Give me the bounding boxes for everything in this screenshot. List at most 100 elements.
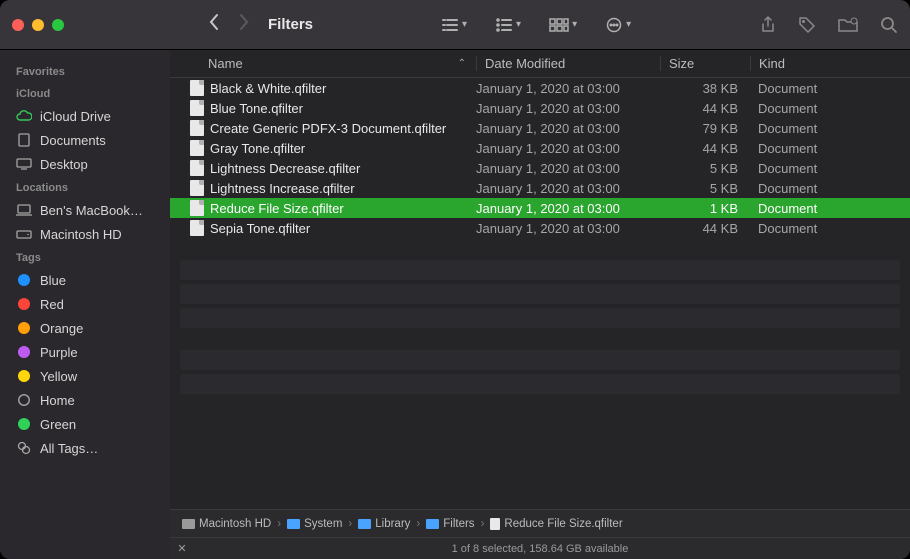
file-kind: Document xyxy=(750,81,910,96)
file-row[interactable]: Reduce File Size.qfilter January 1, 2020… xyxy=(170,198,910,218)
placeholder-row xyxy=(180,284,900,304)
sidebar-item-label: Green xyxy=(40,417,76,432)
sidebar-item[interactable]: Macintosh HD xyxy=(0,222,170,246)
path-segment[interactable]: Library xyxy=(358,518,410,530)
file-icon xyxy=(190,140,204,156)
path-segment[interactable]: Reduce File Size.qfilter xyxy=(490,518,622,530)
action-menu-icon[interactable]: ▾ xyxy=(605,17,631,33)
desktop-icon xyxy=(16,158,32,170)
tag-dot xyxy=(16,346,32,358)
disk-icon xyxy=(182,519,195,529)
file-kind: Document xyxy=(750,201,910,216)
sidebar-item[interactable]: Home xyxy=(0,388,170,412)
sidebar-item[interactable]: All Tags… xyxy=(0,436,170,460)
chevron-down-icon: ▾ xyxy=(516,19,521,30)
file-row[interactable]: Lightness Increase.qfilter January 1, 20… xyxy=(170,178,910,198)
close-button[interactable] xyxy=(12,19,24,31)
new-folder-icon[interactable] xyxy=(838,17,858,33)
forward-button[interactable] xyxy=(238,13,250,36)
file-icon xyxy=(190,200,204,216)
sidebar-item-label: Yellow xyxy=(40,369,77,384)
file-name: Black & White.qfilter xyxy=(210,81,326,96)
path-separator-icon: › xyxy=(348,518,352,530)
arrange-icon[interactable]: ▾ xyxy=(549,18,577,32)
file-date: January 1, 2020 at 03:00 xyxy=(476,81,660,96)
toolbar: Filters ▾ ▾ ▾ ▾ xyxy=(0,0,910,50)
column-kind[interactable]: Kind xyxy=(750,56,910,71)
search-icon[interactable] xyxy=(880,16,898,34)
file-list-pane: Name⌃ Date Modified Size Kind Black & Wh… xyxy=(170,50,910,559)
minimize-button[interactable] xyxy=(32,19,44,31)
column-date[interactable]: Date Modified xyxy=(476,56,660,71)
path-label: System xyxy=(304,518,342,530)
column-name[interactable]: Name⌃ xyxy=(208,56,476,71)
file-date: January 1, 2020 at 03:00 xyxy=(476,161,660,176)
file-size: 5 KB xyxy=(660,181,750,196)
file-date: January 1, 2020 at 03:00 xyxy=(476,201,660,216)
window-title: Filters xyxy=(268,16,313,33)
sidebar-item-label: Purple xyxy=(40,345,78,360)
tag-dot xyxy=(16,274,32,286)
file-kind: Document xyxy=(750,221,910,236)
placeholder-row xyxy=(180,374,900,394)
status-bar: ✕ 1 of 8 selected, 158.64 GB available xyxy=(170,537,910,559)
sidebar-item[interactable]: Red xyxy=(0,292,170,316)
disk-icon xyxy=(16,228,32,240)
file-size: 38 KB xyxy=(660,81,750,96)
path-bar: Macintosh HD›System›Library›Filters›Redu… xyxy=(170,509,910,537)
sidebar-item-label: Macintosh HD xyxy=(40,227,122,242)
sidebar-item[interactable]: Yellow xyxy=(0,364,170,388)
view-as-list-icon[interactable]: ▾ xyxy=(441,18,467,32)
sidebar-item-label: Ben's MacBook… xyxy=(40,203,143,218)
back-button[interactable] xyxy=(208,13,220,36)
file-row[interactable]: Black & White.qfilter January 1, 2020 at… xyxy=(170,78,910,98)
share-icon[interactable] xyxy=(760,16,776,34)
file-row[interactable]: Blue Tone.qfilter January 1, 2020 at 03:… xyxy=(170,98,910,118)
toolbar-right xyxy=(760,16,898,34)
status-text: 1 of 8 selected, 158.64 GB available xyxy=(194,543,886,555)
file-row[interactable]: Gray Tone.qfilter January 1, 2020 at 03:… xyxy=(170,138,910,158)
chevron-down-icon: ▾ xyxy=(462,19,467,30)
sidebar-item-label: Blue xyxy=(40,273,66,288)
tag-dot xyxy=(16,298,32,310)
file-name: Sepia Tone.qfilter xyxy=(210,221,310,236)
sidebar-item[interactable]: Documents xyxy=(0,128,170,152)
chevron-down-icon: ▾ xyxy=(572,19,577,30)
file-date: January 1, 2020 at 03:00 xyxy=(476,121,660,136)
sidebar-item-label: Orange xyxy=(40,321,83,336)
group-by-icon[interactable]: ▾ xyxy=(495,18,521,32)
path-label: Library xyxy=(375,518,410,530)
file-row[interactable]: Lightness Decrease.qfilter January 1, 20… xyxy=(170,158,910,178)
sidebar: FavoritesiCloudiCloud DriveDocumentsDesk… xyxy=(0,50,170,559)
file-row[interactable]: Sepia Tone.qfilter January 1, 2020 at 03… xyxy=(170,218,910,238)
column-size[interactable]: Size xyxy=(660,56,750,71)
file-row[interactable]: Create Generic PDFX-3 Document.qfilter J… xyxy=(170,118,910,138)
chevron-down-icon: ▾ xyxy=(626,19,631,30)
sidebar-item[interactable]: Purple xyxy=(0,340,170,364)
file-size: 44 KB xyxy=(660,141,750,156)
zoom-button[interactable] xyxy=(52,19,64,31)
file-icon xyxy=(190,160,204,176)
view-controls: ▾ ▾ ▾ ▾ xyxy=(441,17,631,33)
sidebar-item[interactable]: iCloud Drive xyxy=(0,104,170,128)
path-segment[interactable]: Filters xyxy=(426,518,474,530)
tag-dot xyxy=(16,322,32,334)
sidebar-section-label: Locations xyxy=(0,176,170,198)
sidebar-item[interactable]: Green xyxy=(0,412,170,436)
path-segment[interactable]: Macintosh HD xyxy=(182,518,271,530)
file-name: Gray Tone.qfilter xyxy=(210,141,305,156)
stop-button[interactable]: ✕ xyxy=(170,542,194,555)
tag-dot xyxy=(16,418,32,430)
sidebar-item[interactable]: Ben's MacBook… xyxy=(0,198,170,222)
sidebar-section-label: Tags xyxy=(0,246,170,268)
tags-icon[interactable] xyxy=(798,16,816,34)
path-separator-icon: › xyxy=(481,518,485,530)
placeholder-row xyxy=(180,350,900,370)
file-date: January 1, 2020 at 03:00 xyxy=(476,221,660,236)
sidebar-item[interactable]: Desktop xyxy=(0,152,170,176)
cloud-icon xyxy=(16,110,32,122)
path-segment[interactable]: System xyxy=(287,518,342,530)
sidebar-item[interactable]: Blue xyxy=(0,268,170,292)
sidebar-item[interactable]: Orange xyxy=(0,316,170,340)
file-name: Lightness Decrease.qfilter xyxy=(210,161,360,176)
